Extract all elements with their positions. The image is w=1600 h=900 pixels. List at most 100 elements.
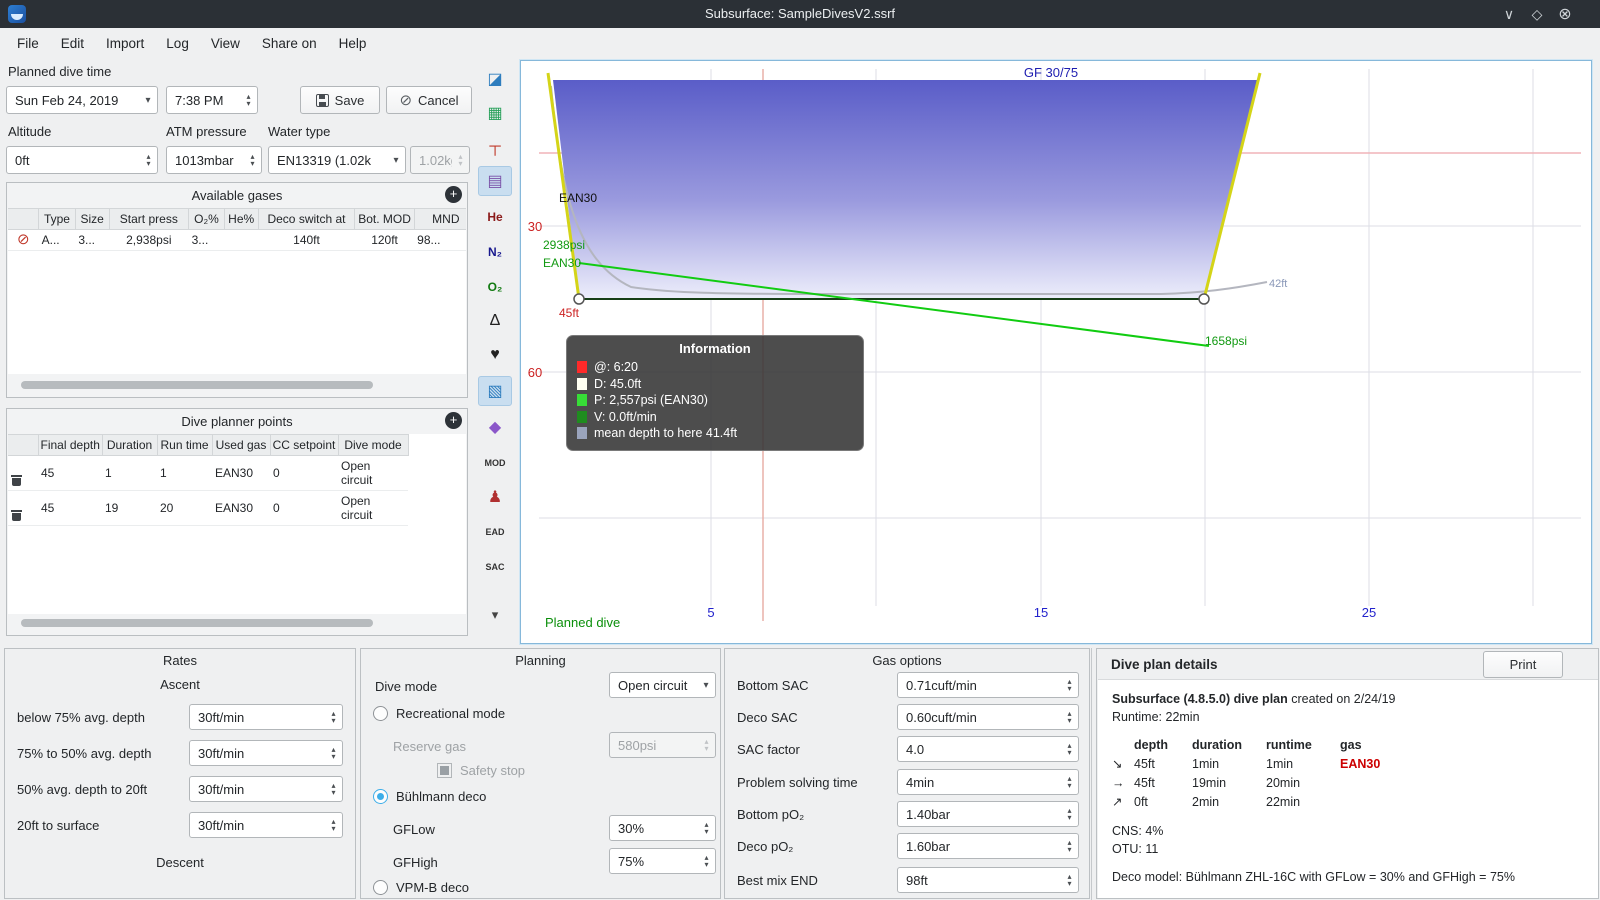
deco-po2-spinner[interactable]: 1.60bar bbox=[897, 833, 1079, 859]
gas-row[interactable]: ⊘ A... 3... 2,938psi 3... 140ft 120ft 98… bbox=[8, 229, 466, 251]
tissues-icon[interactable]: ▧ bbox=[478, 376, 512, 406]
add-point-button[interactable]: + bbox=[445, 412, 462, 429]
save-icon bbox=[315, 93, 329, 107]
incident-icon[interactable]: ♟ bbox=[478, 482, 512, 512]
spinner-arrows-icon bbox=[325, 705, 342, 729]
sac-icon[interactable]: SAC bbox=[478, 552, 512, 582]
rate-spinner[interactable]: 30ft/min bbox=[189, 704, 343, 730]
gas-start-press-cell[interactable]: 2,938psi bbox=[109, 229, 189, 251]
menu-share-on[interactable]: Share on bbox=[251, 31, 328, 56]
planned-dive-time-label: Planned dive time bbox=[8, 64, 112, 79]
rate-spinner[interactable]: 30ft/min bbox=[189, 740, 343, 766]
close-button[interactable]: ⊗ bbox=[1552, 0, 1578, 28]
cancel-button[interactable]: ⊘ Cancel bbox=[386, 86, 472, 114]
vpmb-deco-radio[interactable]: VPM-B deco bbox=[373, 880, 469, 895]
maximize-button[interactable]: ◇ bbox=[1524, 0, 1550, 28]
descent-label: Descent bbox=[156, 855, 204, 870]
problem-time-spinner[interactable]: 4min bbox=[897, 769, 1079, 795]
start-gas-label: EAN30 bbox=[543, 256, 581, 270]
mean-depth-chip-icon bbox=[577, 427, 587, 440]
spinner-arrows-icon bbox=[1061, 737, 1078, 761]
best-mix-end-spinner[interactable]: 98ft bbox=[897, 867, 1079, 893]
spinner-arrows-icon bbox=[698, 849, 715, 873]
dive-plan-text: Subsurface (4.8.5.0) dive plan created o… bbox=[1098, 679, 1598, 898]
sac-factor-spinner[interactable]: 4.0 bbox=[897, 736, 1079, 762]
n2-graph-icon[interactable]: N₂ bbox=[478, 237, 512, 267]
gas-option-label: SAC factor bbox=[737, 742, 800, 757]
point-row[interactable]: 45 19 20 EAN30 0 Open circuit bbox=[8, 490, 408, 526]
available-gases-title: Available gases bbox=[191, 187, 283, 203]
plan-runtime: Runtime: 22min bbox=[1112, 710, 1200, 724]
segment-dir-icon: → bbox=[1112, 776, 1125, 790]
dive-date-combo[interactable]: Sun Feb 24, 2019 bbox=[6, 86, 158, 114]
ead-icon[interactable]: EAD bbox=[478, 517, 512, 547]
time-chip-icon bbox=[577, 361, 587, 374]
end-pressure-label: 1658psi bbox=[1205, 334, 1247, 348]
safety-stop-checkbox: Safety stop bbox=[437, 763, 525, 778]
delete-gas-icon[interactable]: ⊘ bbox=[8, 229, 39, 251]
gas-deco-switch-cell[interactable]: 140ft bbox=[258, 229, 355, 251]
altitude-spinner[interactable]: 0ft bbox=[6, 146, 158, 174]
menu-view[interactable]: View bbox=[200, 31, 251, 56]
menu-edit[interactable]: Edit bbox=[50, 31, 95, 56]
recreational-mode-radio[interactable]: Recreational mode bbox=[373, 706, 505, 721]
shade-button[interactable]: ∨ bbox=[1496, 0, 1522, 28]
heart-rate-icon[interactable]: ♥ bbox=[478, 340, 512, 370]
gas-he-cell[interactable] bbox=[224, 229, 259, 251]
dc-ceiling-icon[interactable]: ┬ bbox=[478, 132, 512, 162]
menu-help[interactable]: Help bbox=[328, 31, 378, 56]
menubar: File Edit Import Log View Share on Help bbox=[0, 28, 1600, 58]
dive-time-spinner[interactable]: 7:38 PM bbox=[166, 86, 258, 114]
rate-label: 75% to 50% avg. depth bbox=[17, 746, 152, 761]
dive-mode-combo[interactable]: Open circuit bbox=[609, 672, 716, 698]
water-density-spinner: 1.02kg bbox=[410, 146, 470, 174]
gas-mnd-cell[interactable]: 98... bbox=[414, 229, 466, 251]
add-gas-button[interactable]: + bbox=[445, 186, 462, 203]
menu-file[interactable]: File bbox=[6, 31, 50, 56]
gas-pressures-icon[interactable]: ◆ bbox=[478, 412, 512, 442]
deco-sac-spinner[interactable]: 0.60cuft/min bbox=[897, 704, 1079, 730]
radio-icon bbox=[373, 706, 388, 721]
mod-icon[interactable]: MOD bbox=[478, 448, 512, 478]
photos-icon[interactable]: ▦ bbox=[478, 98, 512, 128]
menu-import[interactable]: Import bbox=[95, 31, 155, 56]
gases-header-row: Type Size Start press O₂% He% Deco switc… bbox=[8, 208, 466, 230]
bottom-po2-spinner[interactable]: 1.40bar bbox=[897, 801, 1079, 827]
dive-point-handle[interactable] bbox=[573, 293, 585, 305]
collapse-icon[interactable]: ▾ bbox=[478, 600, 512, 630]
dive-planner-points-title: Dive planner points bbox=[181, 413, 293, 429]
buhlmann-deco-radio[interactable]: Bühlmann deco bbox=[373, 789, 486, 804]
setpoint-icon[interactable]: Δ bbox=[478, 306, 512, 336]
gas-size-cell[interactable]: 3... bbox=[75, 229, 110, 251]
points-hscrollbar[interactable] bbox=[21, 619, 373, 627]
plan-header: Subsurface (4.8.5.0) dive plan bbox=[1112, 692, 1288, 706]
spinner-arrows-icon bbox=[1061, 705, 1078, 729]
spinner-arrows-icon bbox=[140, 147, 157, 173]
point-row[interactable]: 45 1 1 EAN30 0 Open circuit bbox=[8, 455, 408, 491]
titlebar: Subsurface: SampleDivesV2.ssrf ∨ ◇ ⊗ bbox=[0, 0, 1600, 28]
gflow-spinner[interactable]: 30% bbox=[609, 815, 716, 841]
gas-type-cell[interactable]: A... bbox=[38, 229, 76, 251]
rate-spinner[interactable]: 30ft/min bbox=[189, 812, 343, 838]
gas-o2-cell[interactable]: 3... bbox=[188, 229, 225, 251]
gfhigh-spinner[interactable]: 75% bbox=[609, 848, 716, 874]
he-graph-icon[interactable]: He bbox=[478, 202, 512, 232]
save-button[interactable]: Save bbox=[300, 86, 380, 114]
radio-icon bbox=[373, 789, 388, 804]
o2-graph-icon[interactable]: O₂ bbox=[478, 272, 512, 302]
menu-log[interactable]: Log bbox=[155, 31, 200, 56]
dive-point-handle[interactable] bbox=[1198, 293, 1210, 305]
gas-options-title: Gas options bbox=[872, 653, 942, 668]
gases-hscrollbar[interactable] bbox=[21, 381, 373, 389]
gas-bot-mod-cell[interactable]: 120ft bbox=[354, 229, 415, 251]
spinner-arrows-icon bbox=[1061, 802, 1078, 826]
calc-ceiling-icon[interactable]: ▤ bbox=[478, 166, 512, 196]
profile-scale-icon[interactable]: ◪ bbox=[478, 64, 512, 94]
bottom-sac-spinner[interactable]: 0.71cuft/min bbox=[897, 672, 1079, 698]
spinner-arrows-icon bbox=[698, 733, 715, 757]
splitter-handle[interactable] bbox=[1091, 648, 1092, 900]
atm-pressure-spinner[interactable]: 1013mbar bbox=[166, 146, 262, 174]
print-button[interactable]: Print bbox=[1483, 651, 1563, 678]
water-type-combo[interactable]: EN13319 (1.02k bbox=[268, 146, 406, 174]
rate-spinner[interactable]: 30ft/min bbox=[189, 776, 343, 802]
